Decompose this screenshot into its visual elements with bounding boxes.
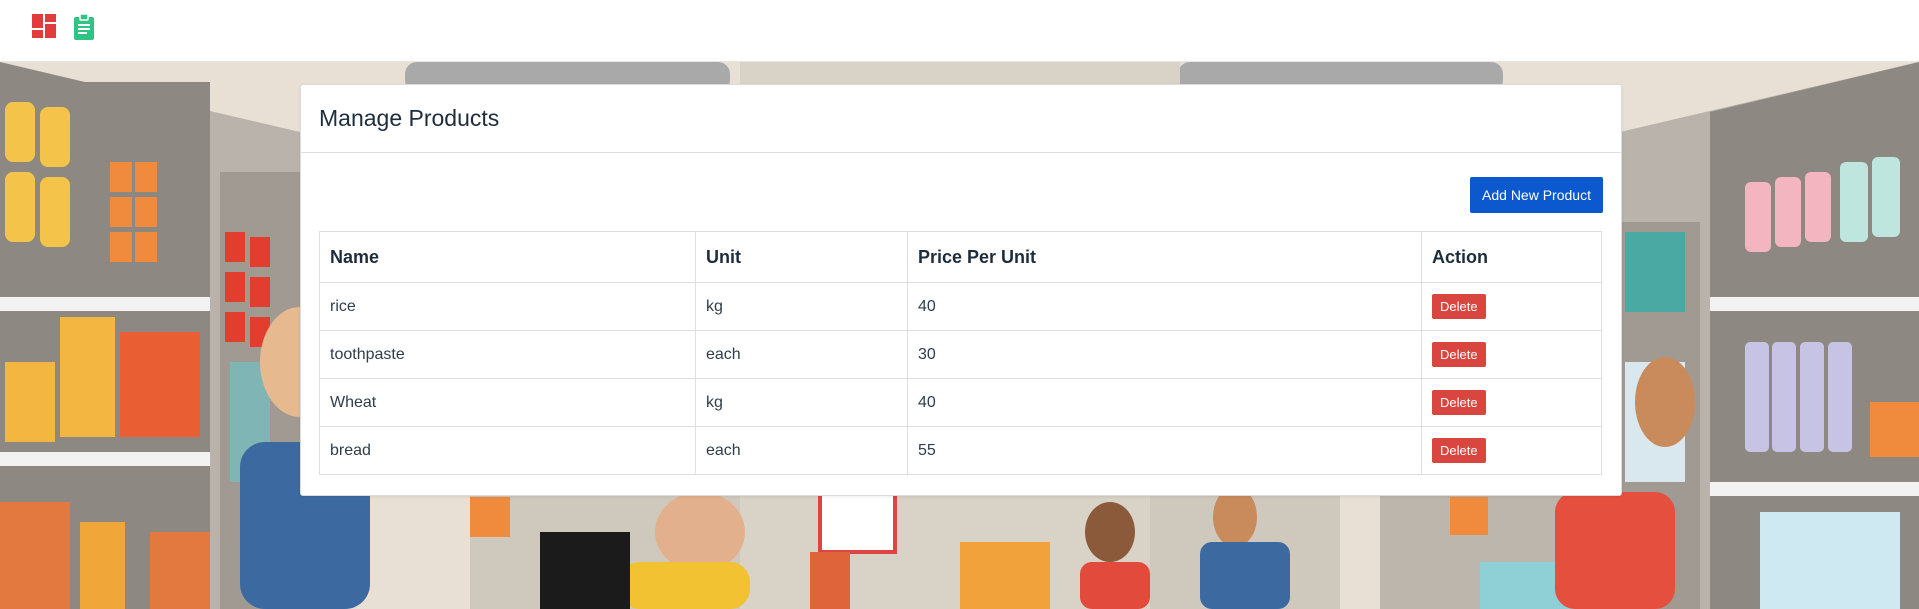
delete-button[interactable]: Delete [1432,294,1486,319]
cell-name: bread [319,426,696,475]
column-header-price: Price Per Unit [907,231,1422,283]
table-row: toothpaste each 30 Delete [319,330,1602,379]
dashboard-icon[interactable] [32,14,58,40]
table-row: Wheat kg 40 Delete [319,378,1602,427]
delete-button[interactable]: Delete [1432,342,1486,367]
cell-action: Delete [1421,378,1602,427]
clipboard-icon[interactable] [72,14,98,40]
manage-products-card: Manage Products Add New Product Name Uni… [300,84,1622,496]
card-header: Manage Products [301,85,1621,153]
delete-button[interactable]: Delete [1432,438,1486,463]
delete-button[interactable]: Delete [1432,390,1486,415]
table-row: bread each 55 Delete [319,426,1602,475]
column-header-unit: Unit [695,231,908,283]
products-table: Name Unit Price Per Unit Action rice kg … [319,231,1602,475]
cell-unit: each [695,330,908,379]
cell-price: 40 [907,282,1422,331]
column-header-name: Name [319,231,696,283]
page-title: Manage Products [319,105,500,131]
cell-name: Wheat [319,378,696,427]
cell-unit: kg [695,378,908,427]
cell-unit: kg [695,282,908,331]
cell-action: Delete [1421,426,1602,475]
add-new-product-button[interactable]: Add New Product [1470,177,1603,213]
column-header-action: Action [1421,231,1602,283]
table-row: rice kg 40 Delete [319,282,1602,331]
cell-name: toothpaste [319,330,696,379]
cell-unit: each [695,426,908,475]
cell-price: 55 [907,426,1422,475]
cell-price: 40 [907,378,1422,427]
top-navbar [0,0,1919,62]
cell-action: Delete [1421,282,1602,331]
cell-action: Delete [1421,330,1602,379]
cell-name: rice [319,282,696,331]
cell-price: 30 [907,330,1422,379]
table-header-row: Name Unit Price Per Unit Action [319,231,1602,283]
